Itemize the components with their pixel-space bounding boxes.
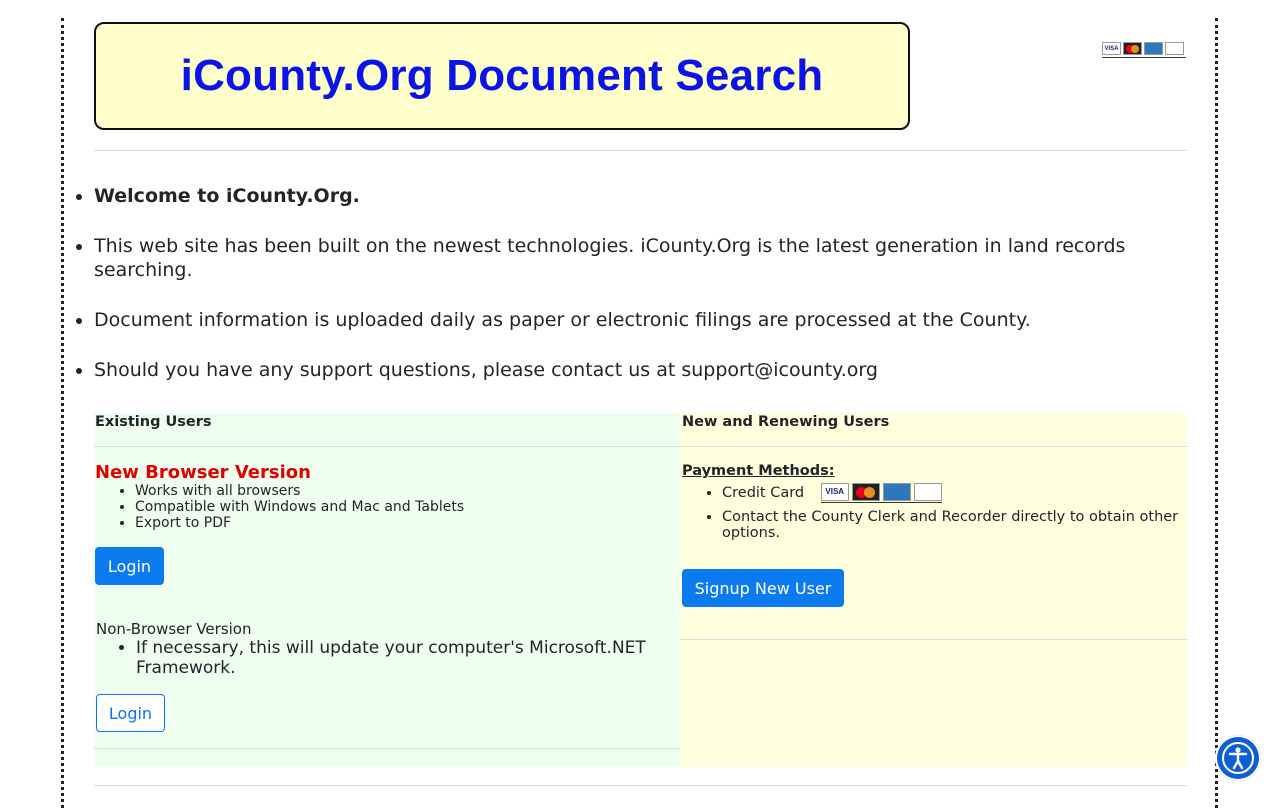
accessibility-button[interactable]	[1215, 735, 1261, 781]
mastercard-icon	[1123, 42, 1142, 55]
framework-note: If necessary, this will update your comp…	[136, 638, 696, 678]
login-button[interactable]: Login	[95, 547, 164, 585]
feature-list: Works with all browsers Compatible with …	[95, 483, 464, 531]
site-banner: iCounty.Org Document Search	[94, 22, 910, 130]
new-users-panel: New and Renewing Users Payment Methods: …	[680, 413, 1187, 767]
accepted-cards-header: VISA	[1102, 42, 1186, 58]
discover-card-icon	[913, 483, 942, 501]
intro-item: Document information is uploaded daily a…	[94, 308, 1194, 332]
intro-item: This web site has been built on the newe…	[94, 234, 1194, 282]
existing-users-heading: Existing Users	[95, 414, 212, 430]
credit-card-logos: VISA	[820, 483, 942, 503]
visa-card-icon: VISA	[820, 483, 849, 501]
feature-item: Works with all browsers	[135, 483, 464, 499]
accessibility-icon	[1222, 742, 1254, 774]
amex-card-icon	[1144, 42, 1163, 55]
new-browser-version-title: New Browser Version	[95, 462, 311, 483]
divider	[94, 748, 680, 749]
support-contact-text: Should you have any support questions, p…	[94, 358, 1194, 382]
amex-card-icon	[882, 483, 911, 501]
payment-methods-title: Payment Methods:	[682, 463, 835, 479]
non-browser-login-button[interactable]: Login	[96, 694, 165, 732]
banner-title: iCounty.Org Document Search	[180, 51, 824, 100]
divider	[94, 785, 1187, 786]
feature-item: Export to PDF	[135, 515, 464, 531]
feature-item: Compatible with Windows and Mac and Tabl…	[135, 499, 464, 515]
non-browser-notes: If necessary, this will update your comp…	[94, 638, 696, 678]
divider	[94, 446, 680, 447]
new-users-heading: New and Renewing Users	[682, 414, 890, 430]
visa-card-icon: VISA	[1102, 42, 1121, 55]
contact-clerk-item: Contact the County Clerk and Recorder di…	[722, 509, 1227, 541]
payment-methods-list: Credit Card VISA Contact the County Cler…	[680, 483, 1227, 547]
divider	[680, 639, 1187, 640]
existing-users-panel: Existing Users New Browser Version Works…	[94, 413, 680, 767]
non-browser-version-label: Non-Browser Version	[96, 620, 252, 638]
credit-card-item: Credit Card VISA	[722, 483, 1227, 503]
signup-new-user-button[interactable]: Signup New User	[682, 569, 844, 607]
divider	[680, 446, 1187, 447]
mastercard-icon	[851, 483, 880, 501]
intro-list: Welcome to iCounty.Org. This web site ha…	[94, 184, 1194, 408]
discover-card-icon	[1165, 42, 1184, 55]
divider	[94, 150, 1187, 151]
credit-card-label: Credit Card	[722, 485, 805, 501]
welcome-text: Welcome to iCounty.Org.	[94, 184, 1194, 208]
